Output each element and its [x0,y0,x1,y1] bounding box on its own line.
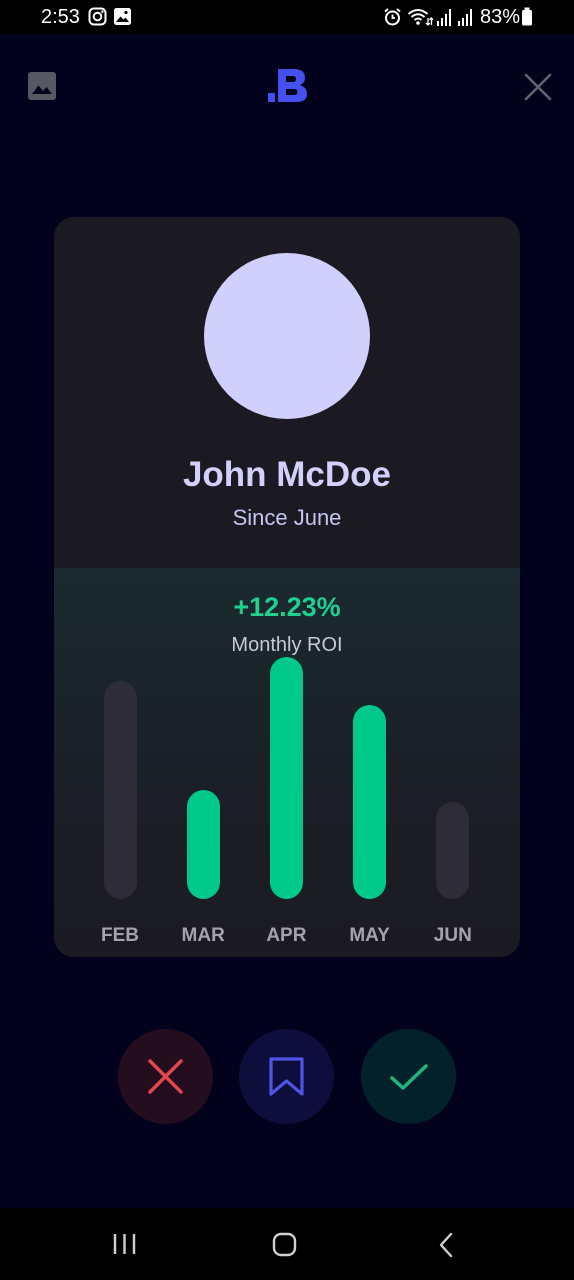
month-label-apr: APR [266,925,307,946]
bar-feb [103,681,137,899]
close-icon[interactable] [524,73,552,101]
home-icon[interactable] [272,1232,298,1258]
bar-apr [269,657,303,899]
bar-mar [186,790,220,899]
recent-apps-icon[interactable] [112,1232,138,1256]
month-label-mar: MAR [181,925,225,946]
image-icon[interactable] [28,72,56,100]
battery-icon [522,7,532,26]
alarm-icon [384,8,401,26]
battery-percentage: 83% [480,6,521,28]
instagram-icon [88,7,107,26]
bar-jun [436,802,470,899]
profile-name: John McDoe [182,455,392,494]
bookmark-button[interactable] [239,1029,334,1124]
reject-button[interactable] [118,1029,213,1124]
signal-icon [458,9,472,26]
roi-value: +12.23% [233,592,341,622]
profile-card[interactable]: John McDoe Since June +12.23% Monthly RO… [54,217,520,957]
check-icon [390,1064,428,1090]
back-icon[interactable] [436,1232,456,1258]
navigation-bar [0,1208,574,1280]
status-time: 2:53 [41,6,80,28]
bar-may [353,705,387,899]
month-label-feb: FEB [101,925,139,946]
month-label-jun: JUN [433,925,472,946]
brand-logo [268,69,307,102]
signal-icon [437,9,451,26]
avatar [204,253,370,419]
status-bar: 2:53 83% [0,0,574,34]
accept-button[interactable] [361,1029,456,1124]
profile-since: Since June [232,505,342,530]
roi-chart-panel: +12.23% Monthly ROI FEB MAR APR MAY JUN [54,568,520,957]
close-icon [148,1059,183,1094]
bookmark-icon [269,1057,304,1096]
gallery-icon [114,8,131,25]
month-label-may: MAY [349,925,390,946]
wifi-icon [407,9,433,26]
roi-label: Monthly ROI [231,634,343,656]
